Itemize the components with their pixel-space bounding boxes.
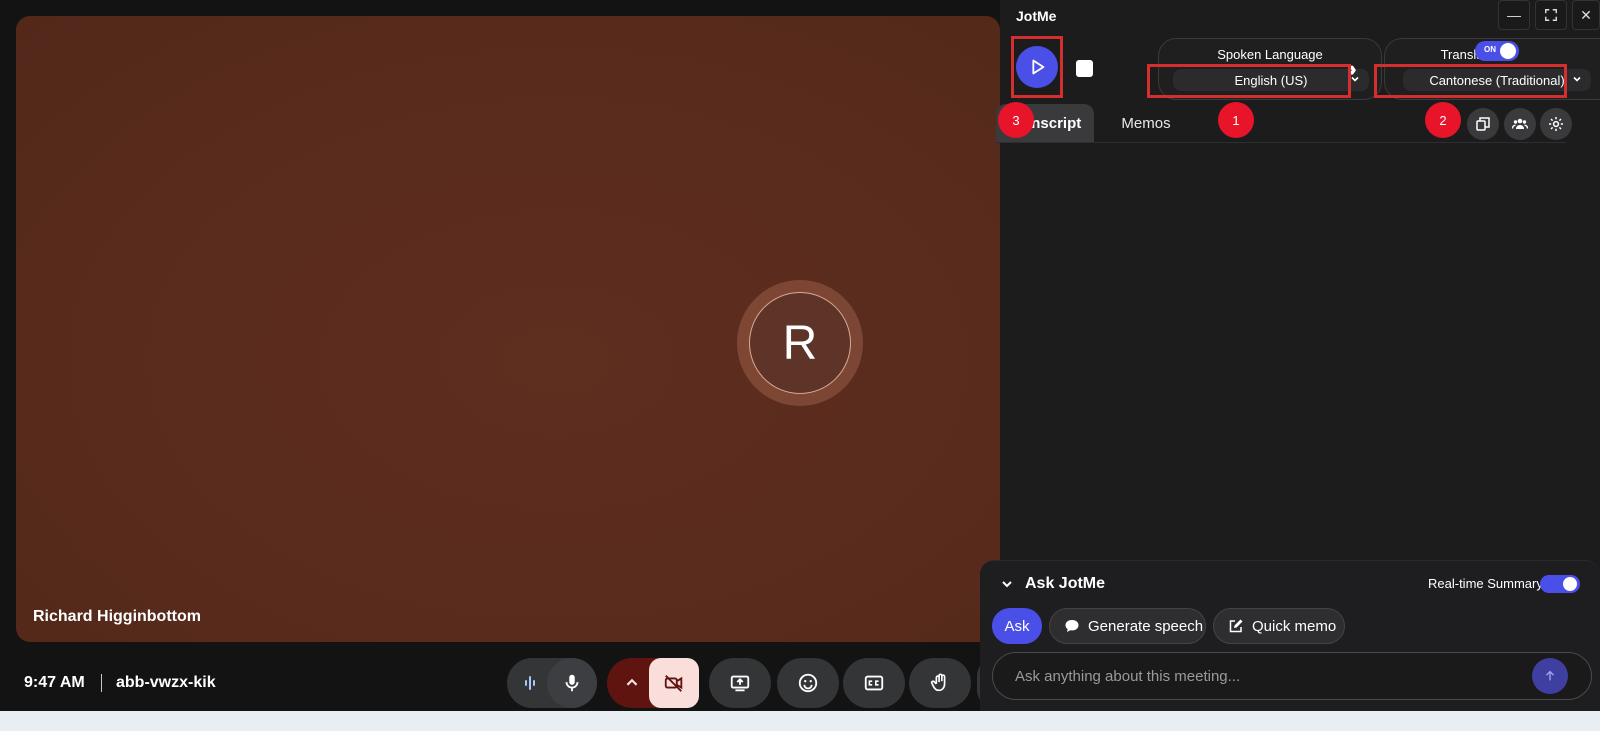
ask-jotme-title: Ask JotMe bbox=[1025, 575, 1106, 592]
play-icon bbox=[1032, 59, 1045, 75]
highlight-frame-spoken bbox=[1147, 64, 1351, 98]
step-badge-3: 3 bbox=[998, 102, 1034, 138]
ask-input[interactable] bbox=[992, 652, 1592, 700]
participant-tile: R Richard Higginbottom bbox=[16, 16, 1000, 642]
participants-button[interactable] bbox=[1504, 108, 1536, 140]
camera-options-button[interactable] bbox=[617, 658, 647, 708]
present-screen-button[interactable] bbox=[709, 658, 771, 708]
close-button[interactable]: ✕ bbox=[1572, 0, 1600, 30]
ask-button[interactable]: Ask bbox=[992, 608, 1042, 644]
copy-button[interactable] bbox=[1467, 108, 1499, 140]
meeting-code: abb-vwzx-kik bbox=[116, 674, 216, 691]
captions-button[interactable] bbox=[843, 658, 905, 708]
gear-icon bbox=[1549, 117, 1563, 131]
expand-button[interactable] bbox=[1535, 0, 1567, 30]
chevron-up-icon bbox=[626, 678, 638, 686]
quick-memo-button[interactable]: Quick memo bbox=[1213, 608, 1345, 644]
microphone-icon bbox=[565, 674, 579, 692]
hand-icon bbox=[930, 673, 946, 692]
edit-note-icon bbox=[1229, 619, 1243, 633]
minimize-icon: — bbox=[1507, 7, 1521, 23]
page-footer-strip bbox=[0, 711, 1600, 731]
reactions-button[interactable] bbox=[777, 658, 839, 708]
quick-memo-label: Quick memo bbox=[1252, 617, 1337, 635]
people-icon bbox=[1512, 118, 1528, 129]
expand-icon bbox=[1545, 9, 1557, 21]
arrow-up-icon bbox=[1546, 670, 1554, 681]
avatar-ring: R bbox=[737, 280, 863, 406]
camera-control[interactable] bbox=[607, 658, 699, 708]
translation-label: Translation bbox=[1440, 47, 1505, 62]
send-button[interactable] bbox=[1532, 658, 1568, 694]
emoji-icon bbox=[798, 673, 818, 693]
generate-speech-label: Generate speech bbox=[1088, 617, 1204, 635]
avatar: R bbox=[749, 292, 851, 394]
toggle-state-label: ON bbox=[1484, 45, 1496, 54]
raise-hand-button[interactable] bbox=[909, 658, 971, 708]
minimize-button[interactable]: — bbox=[1498, 0, 1530, 30]
highlight-frame-translation bbox=[1374, 64, 1567, 98]
screen: R Richard Higginbottom 9:47 AM abb-vwzx-… bbox=[0, 0, 1600, 731]
ask-jotme-panel: Ask JotMe Real-time Summary Ask Generate… bbox=[980, 560, 1600, 725]
meeting-time: 9:47 AM bbox=[24, 674, 85, 691]
divider bbox=[101, 674, 102, 692]
camera-off-button[interactable] bbox=[649, 658, 699, 708]
microphone-control[interactable] bbox=[507, 658, 597, 708]
translation-toggle[interactable]: ON bbox=[1475, 41, 1519, 61]
participant-name: Richard Higginbottom bbox=[33, 608, 201, 625]
step-badge-1: 1 bbox=[1218, 102, 1254, 138]
speech-bubble-icon bbox=[1065, 620, 1079, 632]
generate-speech-button[interactable]: Generate speech bbox=[1049, 608, 1206, 644]
realtime-summary-label: Real-time Summary bbox=[1428, 576, 1543, 591]
toggle-knob bbox=[1500, 43, 1516, 59]
stop-button[interactable] bbox=[1076, 60, 1093, 77]
chevron-down-icon bbox=[1573, 76, 1581, 82]
meeting-area: R Richard Higginbottom 9:47 AM abb-vwzx-… bbox=[0, 0, 1013, 731]
audio-level-icon bbox=[515, 658, 545, 708]
captions-icon bbox=[864, 675, 884, 691]
settings-button[interactable] bbox=[1540, 108, 1572, 140]
close-icon: ✕ bbox=[1580, 6, 1592, 23]
tab-memos[interactable]: Memos bbox=[1104, 104, 1188, 143]
copy-icon bbox=[1476, 117, 1490, 131]
step-badge-2: 2 bbox=[1425, 102, 1461, 138]
present-screen-icon bbox=[730, 675, 750, 692]
chevron-down-icon[interactable] bbox=[1000, 577, 1014, 591]
start-button[interactable] bbox=[1016, 46, 1058, 88]
panel-title: JotMe bbox=[1016, 8, 1057, 24]
tab-divider bbox=[996, 142, 1566, 143]
camera-off-icon bbox=[664, 675, 683, 692]
toggle-knob bbox=[1563, 577, 1577, 591]
realtime-summary-toggle[interactable] bbox=[1540, 575, 1580, 593]
microphone-button[interactable] bbox=[547, 658, 597, 708]
